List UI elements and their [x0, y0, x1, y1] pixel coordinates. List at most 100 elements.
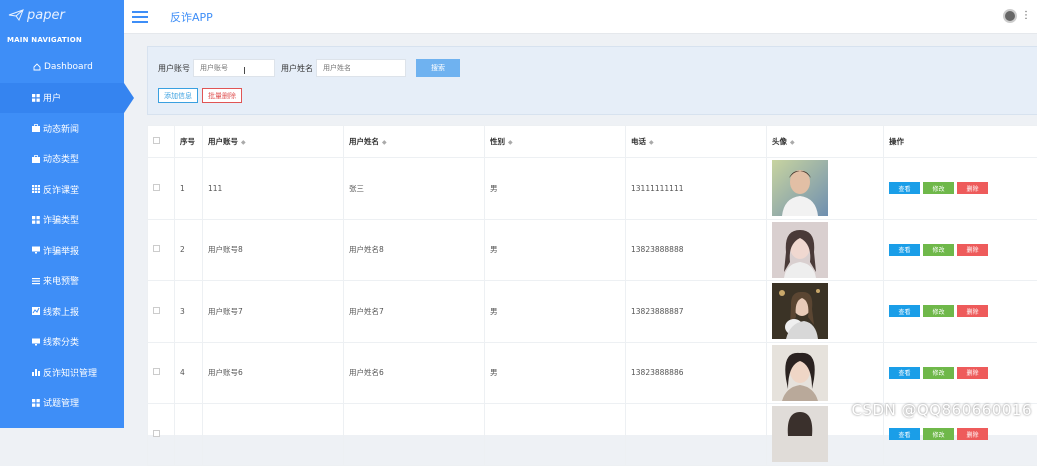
edit-button[interactable]: 修改	[923, 305, 954, 317]
cell-account: 111	[203, 158, 344, 220]
list-icon	[32, 277, 40, 285]
user-photo	[772, 345, 828, 401]
sidebar-item-label: 线索上报	[43, 305, 79, 318]
more-vert-icon[interactable]: ⋮	[1021, 11, 1031, 21]
header-account[interactable]: 用户账号◆	[203, 126, 344, 158]
sidebar-item-label: Dashboard	[44, 62, 93, 72]
cell-phone: 13823888888	[626, 219, 767, 281]
sidebar-item-fraud-report[interactable]: 诈骗举报	[0, 235, 124, 266]
row-checkbox[interactable]	[153, 430, 160, 437]
row-checkbox[interactable]	[153, 245, 160, 252]
watermark: CSDN @QQ860660016	[851, 401, 1032, 419]
delete-button[interactable]: 删除	[957, 367, 988, 379]
sidebar-item-label: 动态新闻	[43, 122, 79, 135]
row-checkbox[interactable]	[153, 368, 160, 375]
delete-button[interactable]: 删除	[957, 244, 988, 256]
header-phone[interactable]: 电话◆	[626, 126, 767, 158]
cell-index: 4	[175, 342, 203, 404]
user-photo	[772, 406, 828, 462]
name-label: 用户姓名	[281, 63, 313, 74]
grid-icon	[32, 399, 40, 407]
nav-header: MAIN NAVIGATION	[0, 30, 124, 52]
cell-index: 3	[175, 281, 203, 343]
sort-icon[interactable]: ◆	[790, 139, 795, 146]
sidebar-item-label: 用户	[43, 91, 61, 104]
row-actions: 查看修改删除	[889, 428, 1037, 440]
sidebar-item-dashboard[interactable]: Dashboard	[0, 52, 124, 83]
header-index: 序号	[175, 126, 203, 158]
delete-button[interactable]: 删除	[957, 428, 988, 440]
cell-gender	[485, 404, 626, 466]
sidebar: paper MAIN NAVIGATION Dashboard 用户 动态新闻 …	[0, 0, 124, 428]
sidebar-item-label: 反诈课堂	[43, 183, 79, 196]
brand-name: paper	[27, 8, 65, 23]
row-actions: 查看修改删除	[889, 305, 1037, 317]
sidebar-item-knowledge[interactable]: 反诈知识管理	[0, 357, 124, 388]
edit-button[interactable]: 修改	[923, 428, 954, 440]
cell-account: 用户账号7	[203, 281, 344, 343]
header-gender[interactable]: 性别◆	[485, 126, 626, 158]
brand-logo[interactable]: paper	[0, 0, 124, 30]
table-row: 3 用户账号7 用户姓名7 男 13823888887 查看修改删除	[148, 281, 1037, 343]
sidebar-item-label: 来电预警	[43, 274, 79, 287]
view-button[interactable]: 查看	[889, 367, 920, 379]
search-row: 用户账号 用户姓名 搜索	[158, 59, 460, 77]
table-row: 2 用户账号8 用户姓名8 男 13823888888 查看修改删除	[148, 219, 1037, 281]
sidebar-item-clue-report[interactable]: 线索上报	[0, 296, 124, 327]
edit-button[interactable]: 修改	[923, 244, 954, 256]
account-label: 用户账号	[158, 63, 190, 74]
cell-name: 用户姓名8	[344, 219, 485, 281]
cell-account: 用户账号6	[203, 342, 344, 404]
grid-icon	[32, 94, 40, 102]
edit-button[interactable]: 修改	[923, 182, 954, 194]
search-button[interactable]: 搜索	[416, 59, 460, 77]
account-input[interactable]	[193, 59, 275, 77]
text-cursor-icon: I	[243, 66, 246, 77]
cell-gender: 男	[485, 281, 626, 343]
sort-icon[interactable]: ◆	[382, 139, 387, 146]
view-button[interactable]: 查看	[889, 244, 920, 256]
view-button[interactable]: 查看	[889, 428, 920, 440]
sidebar-item-news-type[interactable]: 动态类型	[0, 144, 124, 175]
action-row: 添加信息 批量删除	[158, 88, 246, 103]
delete-button[interactable]: 删除	[957, 182, 988, 194]
sort-icon[interactable]: ◆	[241, 139, 246, 146]
row-actions: 查看修改删除	[889, 244, 1037, 256]
user-avatar[interactable]	[1003, 9, 1017, 23]
cell-index: 2	[175, 219, 203, 281]
sidebar-item-call-warning[interactable]: 来电预警	[0, 266, 124, 297]
search-panel: 用户账号 用户姓名 搜索 添加信息 批量删除	[147, 46, 1037, 115]
cell-index	[175, 404, 203, 466]
menu-toggle-icon[interactable]	[132, 11, 148, 23]
sidebar-item-users[interactable]: 用户	[0, 83, 124, 114]
add-button[interactable]: 添加信息	[158, 88, 198, 103]
sidebar-item-questions[interactable]: 试题管理	[0, 388, 124, 419]
header-avatar[interactable]: 头像◆	[767, 126, 884, 158]
cell-phone: 13823888886	[626, 342, 767, 404]
header-name[interactable]: 用户姓名◆	[344, 126, 485, 158]
view-button[interactable]: 查看	[889, 182, 920, 194]
sort-icon[interactable]: ◆	[649, 139, 654, 146]
sidebar-item-news[interactable]: 动态新闻	[0, 113, 124, 144]
edit-button[interactable]: 修改	[923, 367, 954, 379]
sidebar-item-class[interactable]: 反诈课堂	[0, 174, 124, 205]
cell-index: 1	[175, 158, 203, 220]
delete-button[interactable]: 删除	[957, 305, 988, 317]
home-icon	[33, 63, 41, 71]
sidebar-item-label: 线索分类	[43, 335, 79, 348]
row-checkbox[interactable]	[153, 184, 160, 191]
cell-name	[344, 404, 485, 466]
sort-icon[interactable]: ◆	[508, 139, 513, 146]
name-input[interactable]	[316, 59, 406, 77]
cell-gender: 男	[485, 342, 626, 404]
cell-name: 张三	[344, 158, 485, 220]
monitor-icon	[32, 246, 40, 254]
select-all-checkbox[interactable]	[153, 137, 160, 144]
row-checkbox[interactable]	[153, 307, 160, 314]
batch-delete-button[interactable]: 批量删除	[202, 88, 242, 103]
row-actions: 查看修改删除	[889, 182, 1037, 194]
sidebar-item-fraud-type[interactable]: 诈骗类型	[0, 205, 124, 236]
topbar: 反诈APP ⋮	[124, 0, 1037, 34]
sidebar-item-clue-category[interactable]: 线索分类	[0, 327, 124, 358]
view-button[interactable]: 查看	[889, 305, 920, 317]
